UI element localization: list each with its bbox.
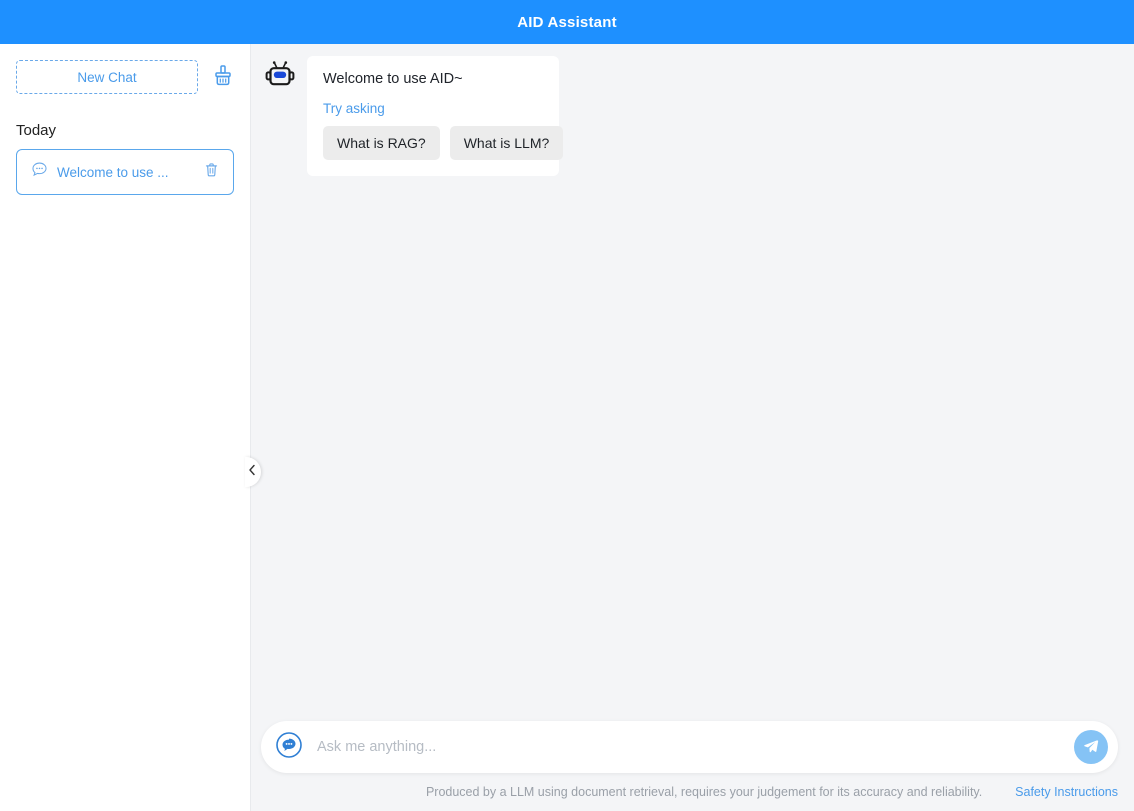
suggestion-chip-llm[interactable]: What is LLM? bbox=[449, 125, 564, 160]
send-plane-icon bbox=[1082, 737, 1100, 758]
trash-icon bbox=[204, 162, 219, 183]
send-button[interactable] bbox=[1074, 730, 1108, 764]
safety-instructions-link[interactable]: Safety Instructions bbox=[1015, 785, 1118, 799]
main-panel: Welcome to use AID~ Try asking What is R… bbox=[251, 44, 1134, 811]
clear-conversations-button[interactable] bbox=[210, 63, 236, 91]
composer-area bbox=[251, 721, 1134, 773]
app-root: AID Assistant New Chat Today Welcome to … bbox=[0, 0, 1134, 811]
suggestion-chips: What is RAG? What is LLM? bbox=[323, 125, 564, 160]
suggestion-chip-rag[interactable]: What is RAG? bbox=[323, 125, 440, 160]
chat-bubble-icon bbox=[31, 161, 48, 183]
message-bubble: Welcome to use AID~ Try asking What is R… bbox=[307, 56, 564, 176]
app-header: AID Assistant bbox=[0, 0, 1134, 44]
chat-group-title: Today bbox=[16, 122, 57, 139]
message-input[interactable] bbox=[305, 739, 1074, 755]
robot-icon bbox=[264, 59, 296, 96]
broom-icon bbox=[213, 64, 233, 90]
delete-chat-button[interactable] bbox=[201, 162, 221, 182]
chat-dots-icon bbox=[274, 730, 304, 765]
sidebar-header: New Chat bbox=[0, 60, 250, 94]
assistant-message: Welcome to use AID~ Try asking What is R… bbox=[263, 56, 1118, 176]
chat-list-item-label: Welcome to use ... bbox=[57, 164, 169, 180]
disclaimer-text: Produced by a LLM using document retriev… bbox=[425, 785, 983, 799]
conversation-area: Welcome to use AID~ Try asking What is R… bbox=[251, 44, 1134, 721]
composer bbox=[261, 721, 1118, 773]
prompt-mode-button[interactable] bbox=[273, 731, 305, 763]
page-title: AID Assistant bbox=[517, 13, 617, 31]
try-asking-label: Try asking bbox=[323, 100, 385, 116]
new-chat-button[interactable]: New Chat bbox=[16, 60, 198, 94]
app-body: New Chat Today Welcome to use ... Welcom… bbox=[0, 44, 1134, 811]
avatar bbox=[263, 60, 297, 94]
new-chat-label: New Chat bbox=[77, 69, 137, 85]
chat-list: Welcome to use ... bbox=[0, 149, 250, 195]
chat-list-item[interactable]: Welcome to use ... bbox=[16, 149, 234, 195]
sidebar: New Chat Today Welcome to use ... bbox=[0, 44, 251, 811]
footer: Produced by a LLM using document retriev… bbox=[251, 773, 1134, 811]
message-text: Welcome to use AID~ bbox=[323, 71, 463, 87]
chevron-left-icon bbox=[248, 463, 256, 481]
